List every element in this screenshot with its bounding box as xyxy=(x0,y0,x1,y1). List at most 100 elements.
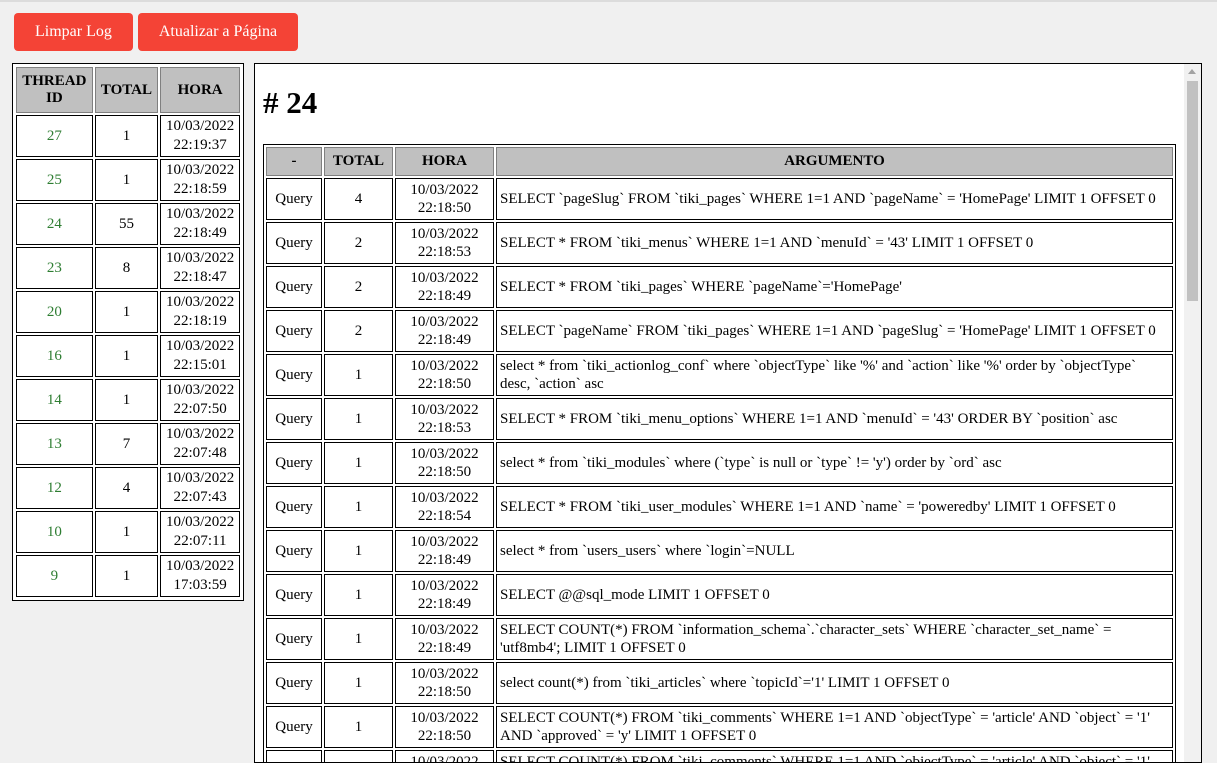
thread-hora: 10/03/2022 22:07:48 xyxy=(160,423,240,465)
thread-date: 10/03/2022 xyxy=(165,382,235,398)
thread-total: 7 xyxy=(94,423,159,465)
thread-id-link[interactable]: 9 xyxy=(16,555,93,597)
query-date: 10/03/2022 xyxy=(410,622,479,638)
query-time: 22:18:49 xyxy=(417,332,472,348)
thread-id-link[interactable]: 12 xyxy=(16,467,93,509)
queries-table: - TOTAL HORA ARGUMENTO Query 4 10/03/2022 2… xyxy=(264,145,1175,762)
thread-id-link[interactable]: 13 xyxy=(16,423,93,465)
thread-hora: 10/03/2022 22:18:47 xyxy=(160,247,240,289)
table-row[interactable]: 25 1 10/03/2022 22:18:59 xyxy=(16,159,240,201)
query-hora: 10/03/2022 22:18:49 xyxy=(395,574,494,616)
table-row[interactable]: 9 1 10/03/2022 17:03:59 xyxy=(16,555,240,597)
table-row: Query 1 10/03/2022 22:18:50 select * from `t… xyxy=(266,442,1173,484)
threads-body: 27 1 10/03/2022 22:19:37 25 1 10/03/2022 22:18:… xyxy=(16,115,240,597)
thread-total: 1 xyxy=(94,379,159,421)
table-row[interactable]: 14 1 10/03/2022 22:07:50 xyxy=(16,379,240,421)
thread-time: 17:03:59 xyxy=(173,577,227,593)
query-kind: Query xyxy=(266,750,322,762)
thread-id-link[interactable]: 24 xyxy=(16,203,93,245)
thread-detail-panel[interactable]: # 24 - TOTAL HORA ARGUMENTO Query 4 10/03/… xyxy=(254,63,1202,763)
thread-total: 1 xyxy=(94,291,159,333)
scroll-thumb[interactable] xyxy=(1187,81,1198,301)
query-argument: select count(*) from `tiki_articles` whe… xyxy=(496,662,1173,704)
table-row[interactable]: 23 8 10/03/2022 22:18:47 xyxy=(16,247,240,289)
vertical-scrollbar[interactable] xyxy=(1184,64,1201,762)
query-date: 10/03/2022 xyxy=(410,226,479,242)
query-hora: 10/03/2022 22:18:53 xyxy=(395,398,494,440)
thread-id-link[interactable]: 27 xyxy=(16,115,93,157)
thread-id-link[interactable]: 14 xyxy=(16,379,93,421)
thread-date: 10/03/2022 xyxy=(165,558,235,574)
query-kind: Query xyxy=(266,442,322,484)
table-row[interactable]: 16 1 10/03/2022 22:15:01 xyxy=(16,335,240,377)
query-kind: Query xyxy=(266,310,322,352)
query-argument: SELECT @@sql_mode LIMIT 1 OFFSET 0 xyxy=(496,574,1173,616)
query-kind: Query xyxy=(266,178,322,220)
query-argument: SELECT `pageSlug` FROM `tiki_pages` WHER… xyxy=(496,178,1173,220)
query-total: 2 xyxy=(324,222,393,264)
table-row[interactable]: 10 1 10/03/2022 22:07:11 xyxy=(16,511,240,553)
thread-id-link[interactable]: 25 xyxy=(16,159,93,201)
query-time: 22:18:49 xyxy=(417,640,472,656)
query-hora: 10/03/2022 22:18:49 xyxy=(395,310,494,352)
header-argumento: ARGUMENTO xyxy=(496,147,1173,176)
header-query-hora: HORA xyxy=(395,147,494,176)
table-row: Query110/03/202222:18:50SELECT COUNT(*) … xyxy=(266,750,1173,762)
thread-total: 1 xyxy=(94,335,159,377)
table-row[interactable]: 20 1 10/03/2022 22:18:19 xyxy=(16,291,240,333)
query-time: 22:18:49 xyxy=(417,552,472,568)
query-time: 22:18:53 xyxy=(417,420,472,436)
query-argument: SELECT `pageName` FROM `tiki_pages` WHER… xyxy=(496,310,1173,352)
thread-total: 4 xyxy=(94,467,159,509)
query-date: 10/03/2022 xyxy=(410,446,479,462)
header-total: TOTAL xyxy=(94,67,159,113)
refresh-page-button[interactable]: Atualizar a Página xyxy=(137,13,299,51)
thread-hora: 10/03/2022 22:07:50 xyxy=(160,379,240,421)
query-total: 1 xyxy=(324,574,393,616)
thread-total: 1 xyxy=(94,511,159,553)
thread-hora: 10/03/2022 17:03:59 xyxy=(160,555,240,597)
scroll-up-icon[interactable] xyxy=(1188,69,1196,74)
query-kind: Query xyxy=(266,222,322,264)
query-date: 10/03/2022 xyxy=(410,402,479,418)
query-total: 1 xyxy=(324,398,393,440)
header-hora: HORA xyxy=(160,67,240,113)
query-hora: 10/03/2022 22:18:49 xyxy=(395,266,494,308)
table-row[interactable]: 24 55 10/03/2022 22:18:49 xyxy=(16,203,240,245)
query-argument: SELECT * FROM `tiki_pages` WHERE `pageNa… xyxy=(496,266,1173,308)
table-row[interactable]: 12 4 10/03/2022 22:07:43 xyxy=(16,467,240,509)
thread-id-link[interactable]: 20 xyxy=(16,291,93,333)
thread-hora: 10/03/2022 22:18:59 xyxy=(160,159,240,201)
thread-total: 1 xyxy=(94,555,159,597)
query-hora: 10/03/202222:18:50 xyxy=(395,750,494,762)
table-row[interactable]: 27 1 10/03/2022 22:19:37 xyxy=(16,115,240,157)
header-thread-id: THREAD ID xyxy=(16,67,93,113)
query-date: 10/03/2022 xyxy=(410,182,479,198)
query-date: 10/03/2022 xyxy=(410,270,479,286)
query-date: 10/03/2022 xyxy=(410,666,479,682)
table-row[interactable]: 13 7 10/03/2022 22:07:48 xyxy=(16,423,240,465)
query-argument: SELECT COUNT(*) FROM `tiki_comments` WHE… xyxy=(496,706,1173,748)
query-date: 10/03/2022 xyxy=(410,710,479,726)
query-total: 1 xyxy=(324,354,393,396)
query-hora: 10/03/202222:18:50 xyxy=(395,662,494,704)
query-hora: 10/03/2022 22:18:49 xyxy=(395,618,494,660)
clear-log-button[interactable]: Limpar Log xyxy=(14,13,133,51)
query-hora: 10/03/2022 22:18:54 xyxy=(395,486,494,528)
table-row: Query 1 10/03/2022 22:18:50 select * from `t… xyxy=(266,354,1173,396)
queries-panel: - TOTAL HORA ARGUMENTO Query 4 10/03/2022 2… xyxy=(263,144,1176,762)
query-argument: select * from `tiki_actionlog_conf` wher… xyxy=(496,354,1173,396)
query-total: 1 xyxy=(324,618,393,660)
top-border xyxy=(0,0,1217,2)
thread-hora: 10/03/2022 22:18:19 xyxy=(160,291,240,333)
queries-header-row: - TOTAL HORA ARGUMENTO xyxy=(266,147,1173,176)
thread-id-link[interactable]: 16 xyxy=(16,335,93,377)
thread-date: 10/03/2022 xyxy=(165,426,235,442)
query-time: 22:18:50 xyxy=(417,376,472,392)
thread-id-link[interactable]: 10 xyxy=(16,511,93,553)
thread-date: 10/03/2022 xyxy=(165,162,235,178)
header-kind: - xyxy=(266,147,322,176)
table-row: Query 4 10/03/2022 22:18:50 SELECT `pageSlug… xyxy=(266,178,1173,220)
query-argument: SELECT * FROM `tiki_user_modules` WHERE … xyxy=(496,486,1173,528)
thread-id-link[interactable]: 23 xyxy=(16,247,93,289)
